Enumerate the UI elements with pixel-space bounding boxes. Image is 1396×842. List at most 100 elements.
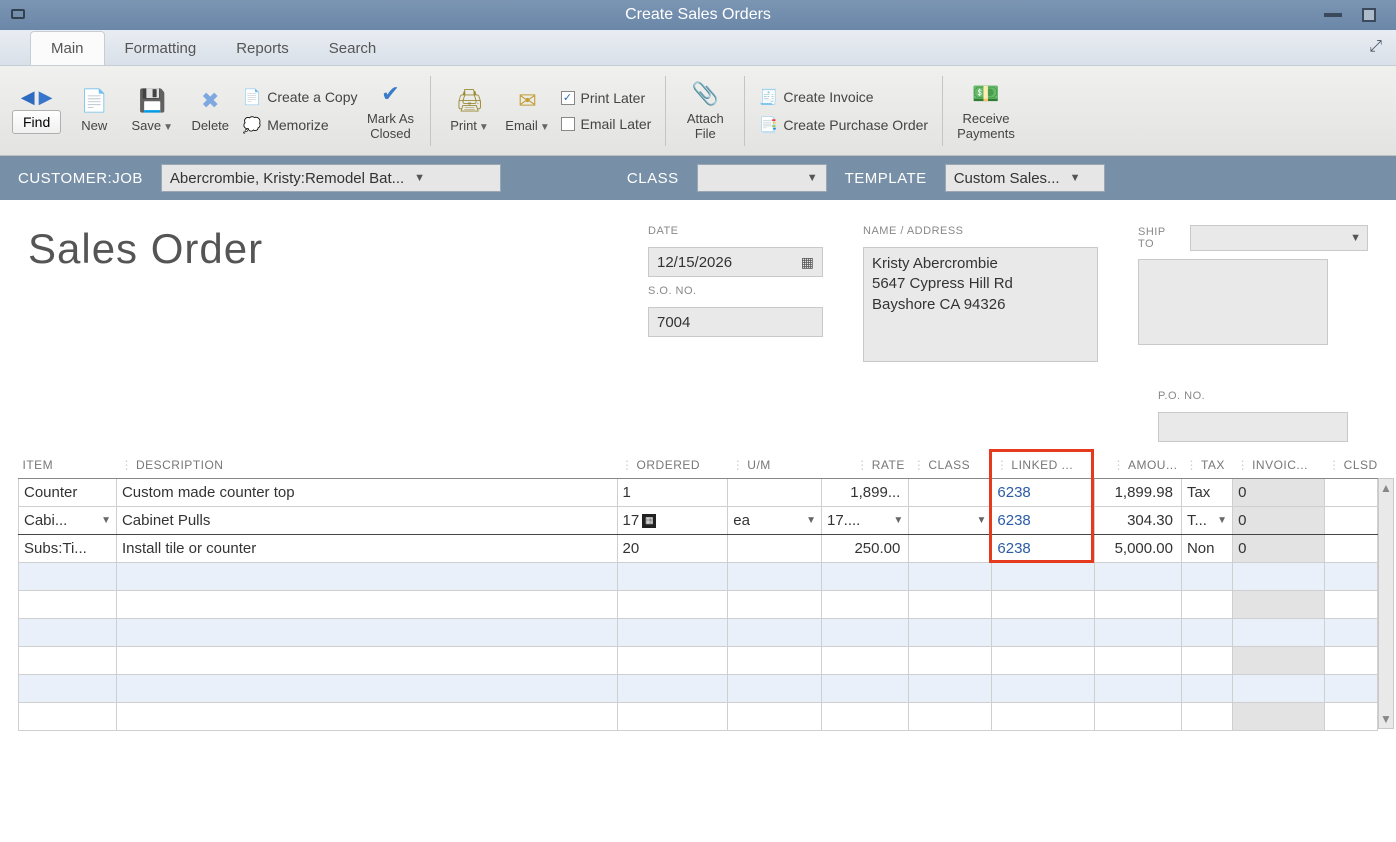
form-area: Sales Order DATE 12/15/2026 ▦ S.O. NO. 7… (0, 200, 1396, 452)
customer-job-dropdown[interactable]: Abercrombie, Kristy:Remodel Bat... ▼ (161, 164, 501, 192)
tab-search[interactable]: Search (309, 32, 397, 65)
table-row[interactable]: CounterCustom made counter top11,899...6… (19, 479, 1378, 507)
address-line: Kristy Abercrombie (872, 254, 1089, 274)
line-items-table: ITEM ⋮DESCRIPTION ⋮ORDERED ⋮U/M ⋮RATE ⋮C… (18, 452, 1378, 731)
copy-icon: 📄 (243, 88, 261, 106)
col-linked[interactable]: ⋮LINKED ... (992, 452, 1094, 479)
address-line: 5647 Cypress Hill Rd (872, 274, 1089, 294)
create-invoice-label: Create Invoice (783, 89, 873, 105)
date-label: DATE (648, 225, 823, 237)
col-ordered[interactable]: ⋮ORDERED (617, 452, 728, 479)
create-po-label: Create Purchase Order (783, 117, 928, 133)
memorize-icon: 💭 (243, 116, 261, 134)
table-row[interactable]: ........... (19, 703, 1378, 731)
col-description[interactable]: ⋮DESCRIPTION (116, 452, 617, 479)
attach-icon: 📎 (691, 80, 719, 108)
col-clsd[interactable]: ⋮CLSD (1324, 452, 1377, 479)
prev-arrow-icon[interactable]: ◀ (21, 87, 35, 108)
delete-icon: ✖ (196, 87, 224, 115)
expand-icon[interactable]: ⤢ (1369, 38, 1382, 56)
create-po-button[interactable]: 📑 Create Purchase Order (759, 113, 928, 137)
scroll-up-icon[interactable]: ▲ (1380, 481, 1392, 495)
calendar-icon[interactable]: ▦ (801, 254, 814, 271)
print-label: Print▼ (450, 119, 489, 134)
find-button[interactable]: Find (12, 110, 61, 134)
table-row[interactable]: ........... (19, 647, 1378, 675)
date-value: 12/15/2026 (657, 254, 732, 271)
mark-closed-button[interactable]: ✔ Mark As Closed (366, 80, 416, 142)
sono-label: S.O. NO. (648, 285, 823, 297)
delete-button[interactable]: ✖ Delete (185, 87, 235, 134)
ribbon-toolbar: ◀ ▶ Find 📄 New 💾 Save▼ ✖ Delete 📄 Create… (0, 66, 1396, 156)
scroll-down-icon[interactable]: ▼ (1380, 712, 1392, 726)
purchase-order-icon: 📑 (759, 116, 777, 134)
restore-button[interactable] (1362, 8, 1376, 22)
class-dropdown[interactable]: ▼ (697, 164, 827, 192)
class-label: CLASS (627, 170, 679, 187)
col-class[interactable]: ⋮CLASS (909, 452, 992, 479)
email-label: Email▼ (505, 119, 549, 134)
mark-closed-icon: ✔ (377, 80, 405, 108)
create-invoice-button[interactable]: 🧾 Create Invoice (759, 85, 928, 109)
shipto-label: SHIP TO (1138, 226, 1182, 250)
table-row[interactable]: ........... (19, 619, 1378, 647)
print-later-checkbox[interactable]: ✓ Print Later (561, 87, 652, 109)
table-row[interactable]: Cabi...▼Cabinet Pulls17▦ea▼17....▼▼62383… (19, 507, 1378, 535)
customer-job-value: Abercrombie, Kristy:Remodel Bat... (170, 170, 404, 187)
col-rate[interactable]: ⋮RATE (822, 452, 909, 479)
po-number-input[interactable] (1158, 412, 1348, 442)
email-later-checkbox[interactable]: Email Later (561, 113, 652, 135)
print-later-label: Print Later (581, 90, 646, 106)
line-items-table-wrap: ITEM ⋮DESCRIPTION ⋮ORDERED ⋮U/M ⋮RATE ⋮C… (0, 452, 1396, 731)
date-input[interactable]: 12/15/2026 ▦ (648, 247, 823, 277)
customer-bar: CUSTOMER:JOB Abercrombie, Kristy:Remodel… (0, 156, 1396, 200)
shipto-box[interactable] (1138, 259, 1328, 345)
so-number-input[interactable]: 7004 (648, 307, 823, 337)
tab-reports[interactable]: Reports (216, 32, 309, 65)
delete-label: Delete (191, 119, 229, 134)
save-label: Save▼ (131, 119, 173, 134)
mark-closed-label: Mark As Closed (367, 112, 414, 142)
separator (744, 76, 745, 146)
tab-strip: Main Formatting Reports Search ⤢ (0, 30, 1396, 66)
print-button[interactable]: 🖨 Print▼ (445, 87, 495, 134)
template-dropdown[interactable]: Custom Sales... ▼ (945, 164, 1105, 192)
col-item[interactable]: ITEM (19, 452, 117, 479)
attach-label: Attach File (687, 112, 724, 142)
invoice-icon: 🧾 (759, 88, 777, 106)
pono-label: P.O. NO. (1158, 390, 1348, 402)
col-amount[interactable]: ⋮AMOU... (1094, 452, 1181, 479)
minimize-button[interactable] (1324, 13, 1342, 17)
attach-file-button[interactable]: 📎 Attach File (680, 80, 730, 142)
checkbox-checked-icon: ✓ (561, 91, 575, 105)
checkbox-icon (561, 117, 575, 131)
save-button[interactable]: 💾 Save▼ (127, 87, 177, 134)
next-arrow-icon[interactable]: ▶ (39, 87, 53, 108)
receive-payments-button[interactable]: 💵 Receive Payments (957, 80, 1015, 142)
memorize-button[interactable]: 💭 Memorize (243, 113, 357, 137)
email-button[interactable]: ✉ Email▼ (503, 87, 553, 134)
table-row[interactable]: ........... (19, 563, 1378, 591)
save-icon: 💾 (138, 87, 166, 115)
template-value: Custom Sales... (954, 170, 1060, 187)
receive-label: Receive Payments (957, 112, 1015, 142)
calculator-icon[interactable]: ▦ (642, 514, 656, 528)
create-copy-button[interactable]: 📄 Create a Copy (243, 85, 357, 109)
scrollbar[interactable]: ▲ ▼ (1378, 478, 1394, 729)
table-row[interactable]: ........... (19, 591, 1378, 619)
new-button[interactable]: 📄 New (69, 87, 119, 134)
customer-job-label: CUSTOMER:JOB (18, 170, 143, 187)
memorize-label: Memorize (267, 117, 328, 133)
col-um[interactable]: ⋮U/M (728, 452, 822, 479)
name-address-box[interactable]: Kristy Abercrombie 5647 Cypress Hill Rd … (863, 247, 1098, 362)
shipto-dropdown[interactable]: ▼ (1190, 225, 1368, 251)
tab-formatting[interactable]: Formatting (105, 32, 217, 65)
table-row[interactable]: ........... (19, 675, 1378, 703)
col-tax[interactable]: ⋮TAX (1181, 452, 1232, 479)
receive-payments-icon: 💵 (972, 80, 1000, 108)
system-menu-icon[interactable] (4, 6, 32, 24)
tab-main[interactable]: Main (30, 31, 105, 65)
table-row[interactable]: Subs:Ti...Install tile or counter20250.0… (19, 535, 1378, 563)
col-invoiced[interactable]: ⋮INVOIC... (1233, 452, 1325, 479)
email-icon: ✉ (514, 87, 542, 115)
